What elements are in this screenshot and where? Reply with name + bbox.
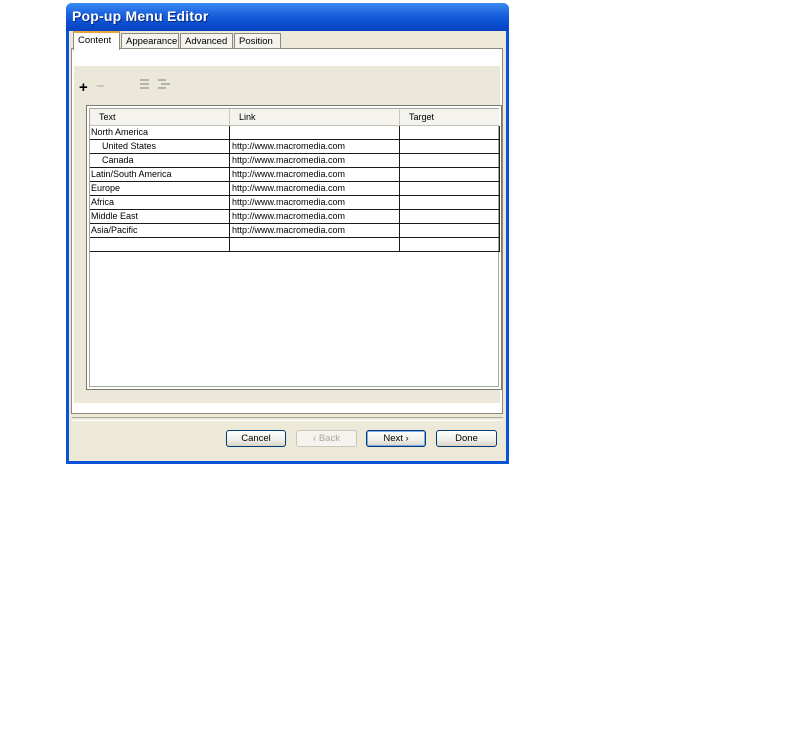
cell-text[interactable]: North America bbox=[90, 126, 230, 139]
cell-link[interactable]: http://www.macromedia.com bbox=[230, 210, 400, 223]
cell-link[interactable]: http://www.macromedia.com bbox=[230, 182, 400, 195]
cell-text[interactable]: United States bbox=[90, 140, 230, 153]
cell-link[interactable]: http://www.macromedia.com bbox=[230, 140, 400, 153]
cell-text[interactable] bbox=[90, 238, 230, 251]
content-area: + − Text Link Target North America Unite… bbox=[74, 66, 502, 403]
next-button[interactable]: Next › bbox=[366, 430, 426, 447]
back-button[interactable]: ‹ Back bbox=[296, 430, 357, 447]
table-row[interactable]: Asia/Pacific http://www.macromedia.com bbox=[90, 224, 500, 238]
tab-content[interactable]: Content bbox=[73, 31, 120, 50]
cell-target[interactable] bbox=[400, 238, 500, 251]
cell-target[interactable] bbox=[400, 154, 500, 167]
cell-link[interactable]: http://www.macromedia.com bbox=[230, 154, 400, 167]
cell-text[interactable]: Canada bbox=[90, 154, 230, 167]
cell-link[interactable] bbox=[230, 126, 400, 139]
cell-link[interactable]: http://www.macromedia.com bbox=[230, 224, 400, 237]
table-row[interactable]: Africa http://www.macromedia.com bbox=[90, 196, 500, 210]
cell-text[interactable]: Asia/Pacific bbox=[90, 224, 230, 237]
cell-text[interactable]: Europe bbox=[90, 182, 230, 195]
table-row[interactable]: Europe http://www.macromedia.com bbox=[90, 182, 500, 196]
cell-link[interactable]: http://www.macromedia.com bbox=[230, 168, 400, 181]
footer-separator bbox=[72, 417, 503, 421]
table-row[interactable]: Canada http://www.macromedia.com bbox=[90, 154, 500, 168]
title-bar[interactable]: Pop-up Menu Editor bbox=[66, 3, 509, 31]
cell-text[interactable]: Middle East bbox=[90, 210, 230, 223]
menu-items-grid: Text Link Target North America United St… bbox=[89, 108, 500, 387]
cell-target[interactable] bbox=[400, 224, 500, 237]
menu-items-table: Text Link Target North America United St… bbox=[86, 105, 502, 390]
cell-text[interactable]: Africa bbox=[90, 196, 230, 209]
cell-target[interactable] bbox=[400, 182, 500, 195]
column-header-link[interactable]: Link bbox=[230, 109, 400, 126]
add-item-icon[interactable]: + bbox=[79, 80, 88, 95]
outdent-item-icon[interactable] bbox=[140, 79, 149, 91]
remove-item-icon[interactable]: − bbox=[96, 79, 105, 94]
cell-target[interactable] bbox=[400, 210, 500, 223]
done-button[interactable]: Done bbox=[436, 430, 497, 447]
cell-target[interactable] bbox=[400, 140, 500, 153]
table-row[interactable]: Middle East http://www.macromedia.com bbox=[90, 210, 500, 224]
tab-position[interactable]: Position bbox=[234, 33, 281, 49]
table-row[interactable]: North America bbox=[90, 126, 500, 140]
column-header-target[interactable]: Target bbox=[400, 109, 499, 126]
cell-target[interactable] bbox=[400, 196, 500, 209]
table-row[interactable] bbox=[90, 238, 500, 252]
cell-link[interactable] bbox=[230, 238, 400, 251]
table-row[interactable]: United States http://www.macromedia.com bbox=[90, 140, 500, 154]
cell-text[interactable]: Latin/South America bbox=[90, 168, 230, 181]
indent-item-icon[interactable] bbox=[158, 79, 170, 91]
cell-link[interactable]: http://www.macromedia.com bbox=[230, 196, 400, 209]
content-tab-panel: + − Text Link Target North America Unite… bbox=[71, 48, 503, 414]
pop-up-menu-editor-window: Pop-up Menu Editor Content Appearance Ad… bbox=[66, 3, 509, 464]
window-title: Pop-up Menu Editor bbox=[72, 8, 209, 24]
tab-advanced[interactable]: Advanced bbox=[180, 33, 233, 49]
tab-appearance[interactable]: Appearance bbox=[121, 33, 179, 49]
cell-target[interactable] bbox=[400, 126, 500, 139]
dialog-body: Content Appearance Advanced Position + −… bbox=[69, 31, 506, 461]
cell-target[interactable] bbox=[400, 168, 500, 181]
column-header-text[interactable]: Text bbox=[90, 109, 230, 126]
cancel-button[interactable]: Cancel bbox=[226, 430, 286, 447]
table-row[interactable]: Latin/South America http://www.macromedi… bbox=[90, 168, 500, 182]
